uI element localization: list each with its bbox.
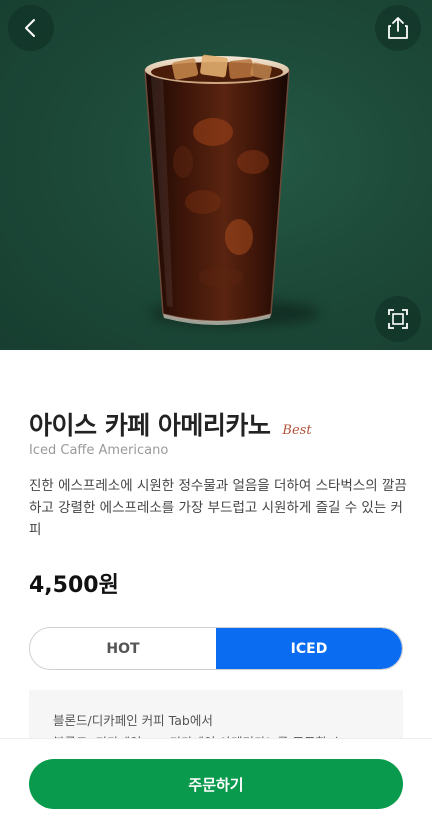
bottom-bar: 주문하기 [0,738,432,840]
fullscreen-icon [388,309,408,329]
product-description: 진한 에스프레소에 시원한 정수물과 얼음을 더하여 스타벅스의 깔끔하고 강렬… [29,478,407,538]
product-hero-image [0,0,432,350]
best-badge: Best [282,423,312,438]
temperature-toggle: HOT ICED [29,627,403,670]
chevron-left-icon [25,19,35,37]
fullscreen-button[interactable] [375,296,421,342]
share-button[interactable] [375,5,421,51]
order-button[interactable]: 주문하기 [29,759,403,809]
product-name: 아이스 카페 아메리카노 [29,411,271,440]
product-price: 4,500원 [29,573,119,598]
title-row: 아이스 카페 아메리카노 Best [29,406,312,442]
back-button[interactable] [8,5,54,51]
product-english-name: Iced Caffe Americano [29,443,169,458]
iced-option[interactable]: ICED [216,628,402,669]
iced-americano-image [144,54,290,325]
notice-line-1: 블론드/디카페인 커피 Tab에서 [53,713,213,728]
share-icon [388,17,408,39]
hot-option[interactable]: HOT [30,628,216,669]
